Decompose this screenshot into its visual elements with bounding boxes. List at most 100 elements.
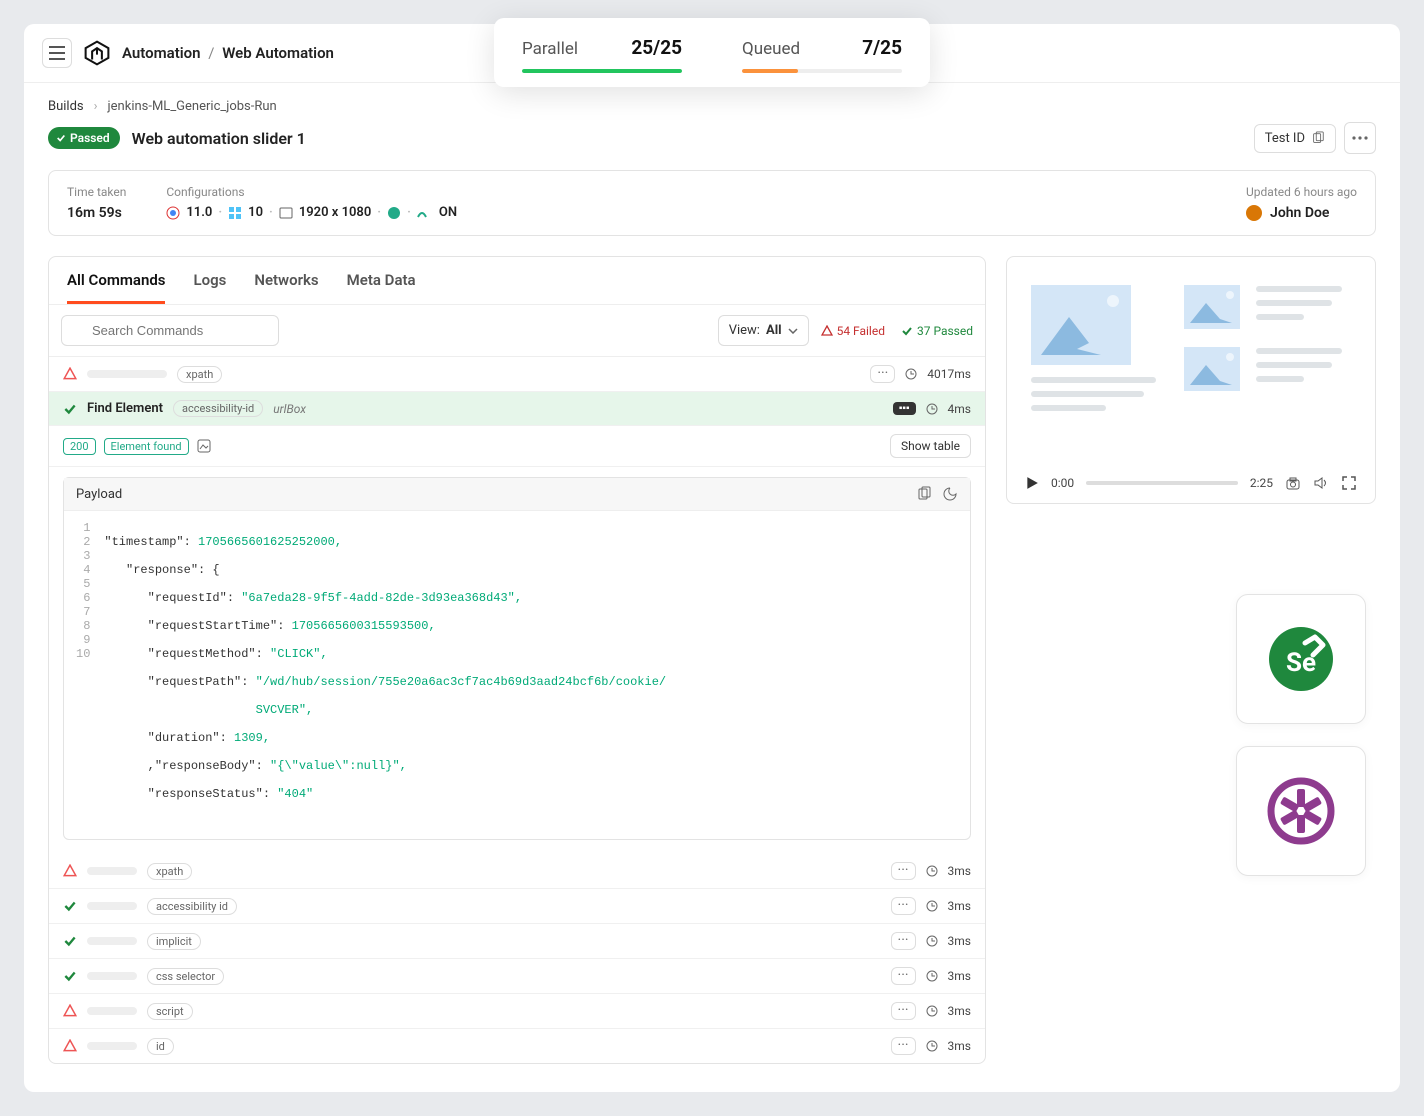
play-icon[interactable] [1025, 476, 1039, 490]
tool-card-asterisk [1236, 746, 1366, 876]
clock-icon [926, 935, 938, 947]
command-time: 3ms [948, 1004, 971, 1018]
check-icon [63, 969, 77, 983]
command-row[interactable]: accessibility id ··· 3ms [49, 889, 985, 924]
command-row[interactable]: id ··· 3ms [49, 1029, 985, 1063]
clock-icon [926, 1040, 938, 1052]
stat-parallel-value: 25/25 [631, 36, 682, 59]
row-more-button[interactable]: ··· [891, 862, 916, 880]
command-name-placeholder [87, 370, 167, 378]
row-more-button[interactable]: ··· [891, 1002, 916, 1020]
resolution: 1920 x 1080 [299, 205, 371, 220]
command-name-placeholder [87, 902, 137, 910]
view-filter-select[interactable]: View: All [718, 315, 809, 346]
row-more-button[interactable]: ··· [891, 1037, 916, 1055]
video-time-current: 0:00 [1051, 476, 1074, 490]
command-tag: xpath [177, 366, 222, 383]
command-row[interactable]: xpath ··· 4017ms [49, 357, 985, 392]
volume-icon[interactable] [1313, 475, 1329, 491]
command-time: 3ms [948, 934, 971, 948]
tab-all-commands[interactable]: All Commands [67, 271, 165, 304]
command-time: 4ms [948, 402, 971, 416]
theme-icon[interactable] [942, 486, 958, 502]
test-id-button[interactable]: Test ID [1254, 124, 1336, 153]
chrome-icon [166, 206, 180, 220]
command-name-placeholder [87, 1042, 137, 1050]
signal-icon [417, 207, 433, 219]
failed-count: 54 Failed [821, 324, 885, 338]
menu-button[interactable] [42, 38, 72, 68]
more-actions-button[interactable] [1344, 122, 1376, 154]
camera-icon[interactable] [1285, 475, 1301, 491]
row-more-button[interactable]: ··· [891, 897, 916, 915]
page-breadcrumb: Builds › jenkins-ML_Generic_jobs-Run [48, 99, 1376, 114]
command-name-placeholder [87, 972, 137, 980]
command-row[interactable]: css selector ··· 3ms [49, 959, 985, 994]
preview-thumbnail-small [1184, 285, 1240, 329]
fullscreen-icon[interactable] [1341, 475, 1357, 491]
top-breadcrumb: Automation / Web Automation [122, 44, 334, 62]
command-time: 3ms [948, 969, 971, 983]
row-more-button[interactable]: ··· [891, 967, 916, 985]
payload-toggle-button[interactable]: ▪▪▪ [893, 402, 916, 415]
time-taken-value: 16m 59s [67, 205, 126, 221]
copy-icon [1311, 131, 1325, 145]
clock-icon [926, 865, 938, 877]
command-tag: id [147, 1038, 174, 1055]
chevron-down-icon [788, 328, 798, 334]
show-table-button[interactable]: Show table [890, 434, 971, 458]
check-icon [56, 133, 66, 143]
clock-icon [905, 368, 917, 380]
clock-icon [926, 900, 938, 912]
crumb-automation[interactable]: Automation [122, 44, 201, 62]
stat-parallel: Parallel 25/25 [522, 36, 682, 73]
selenium-icon: Se [1267, 625, 1335, 693]
command-name-placeholder [87, 937, 137, 945]
test-info-strip: Time taken 16m 59s Configurations 11.0 ·… [48, 170, 1376, 236]
tab-meta-data[interactable]: Meta Data [347, 271, 416, 304]
feature-on: ON [439, 205, 457, 220]
check-icon [63, 934, 77, 948]
command-row-selected[interactable]: Find Element accessibility-id urlBox ▪▪▪… [49, 392, 985, 426]
screenshot-icon[interactable] [197, 439, 211, 453]
command-row[interactable]: xpath ··· 3ms [49, 854, 985, 889]
stat-queued: Queued 7/25 [742, 36, 902, 73]
resolution-icon [279, 206, 293, 220]
video-progress-bar[interactable] [1086, 481, 1238, 485]
payload-code: "timestamp": 1705665601625252000, "respo… [104, 521, 666, 829]
row-more-button[interactable]: ··· [870, 365, 895, 383]
tab-networks[interactable]: Networks [254, 271, 318, 304]
warning-icon [821, 325, 833, 337]
warning-icon [63, 1004, 77, 1018]
search-input[interactable] [61, 315, 279, 346]
breadcrumb-current: jenkins-ML_Generic_jobs-Run [108, 99, 277, 114]
video-preview-card: 0:00 2:25 [1006, 256, 1376, 504]
command-tag: script [147, 1003, 193, 1020]
payload-panel: Payload 12345678910 "timestamp": 1705665… [63, 477, 971, 840]
user-avatar [1246, 205, 1262, 221]
command-locator: urlBox [273, 402, 306, 416]
command-row[interactable]: script ··· 3ms [49, 994, 985, 1029]
tab-logs[interactable]: Logs [193, 271, 226, 304]
row-more-button[interactable]: ··· [891, 932, 916, 950]
config-label: Configurations [166, 185, 457, 199]
command-tag: implicit [147, 933, 201, 950]
command-tag: xpath [147, 863, 192, 880]
command-row[interactable]: implicit ··· 3ms [49, 924, 985, 959]
clock-icon [926, 1005, 938, 1017]
preview-thumbnail-small [1184, 347, 1240, 391]
check-icon [63, 402, 77, 416]
copy-icon[interactable] [916, 486, 932, 502]
command-time: 3ms [948, 1039, 971, 1053]
command-time: 3ms [948, 899, 971, 913]
line-numbers: 12345678910 [76, 521, 90, 829]
crumb-web-automation[interactable]: Web Automation [222, 44, 334, 62]
time-taken-label: Time taken [67, 185, 126, 199]
result-badge: Element found [104, 438, 189, 455]
breadcrumb-builds[interactable]: Builds [48, 99, 84, 114]
dots-horizontal-icon [1352, 136, 1368, 140]
page-title: Web automation slider 1 [132, 129, 306, 148]
command-tag: accessibility id [147, 898, 237, 915]
hamburger-icon [49, 46, 65, 60]
command-result-bar: 200 Element found Show table [49, 426, 985, 467]
